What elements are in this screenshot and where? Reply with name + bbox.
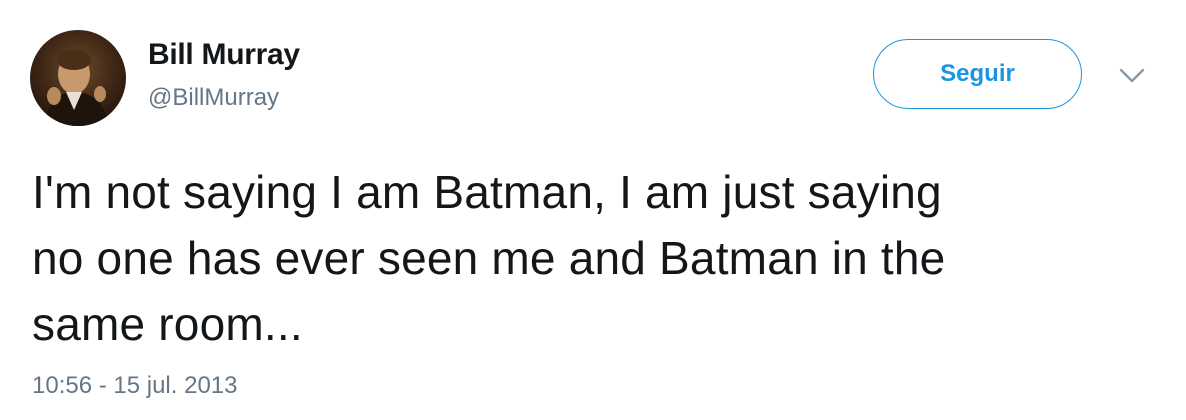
author-username[interactable]: @BillMurray (148, 84, 279, 112)
tweet-text-line: no one has ever seen me and Batman in th… (32, 232, 946, 284)
tweet-card: Bill Murray @BillMurray Seguir I'm not s… (0, 0, 1186, 420)
author-avatar[interactable] (30, 30, 126, 126)
chevron-down-icon[interactable] (1117, 64, 1147, 88)
follow-button[interactable]: Seguir (873, 39, 1082, 109)
tweet-text: I'm not saying I am Batman, I am just sa… (32, 159, 1152, 357)
avatar-photo (30, 30, 126, 126)
tweet-timestamp[interactable]: 10:56 - 15 jul. 2013 (32, 372, 238, 400)
tweet-text-line: I'm not saying I am Batman, I am just sa… (32, 166, 942, 218)
follow-button-label: Seguir (940, 60, 1015, 87)
author-display-name[interactable]: Bill Murray (148, 38, 300, 72)
tweet-text-line: same room... (32, 298, 303, 350)
